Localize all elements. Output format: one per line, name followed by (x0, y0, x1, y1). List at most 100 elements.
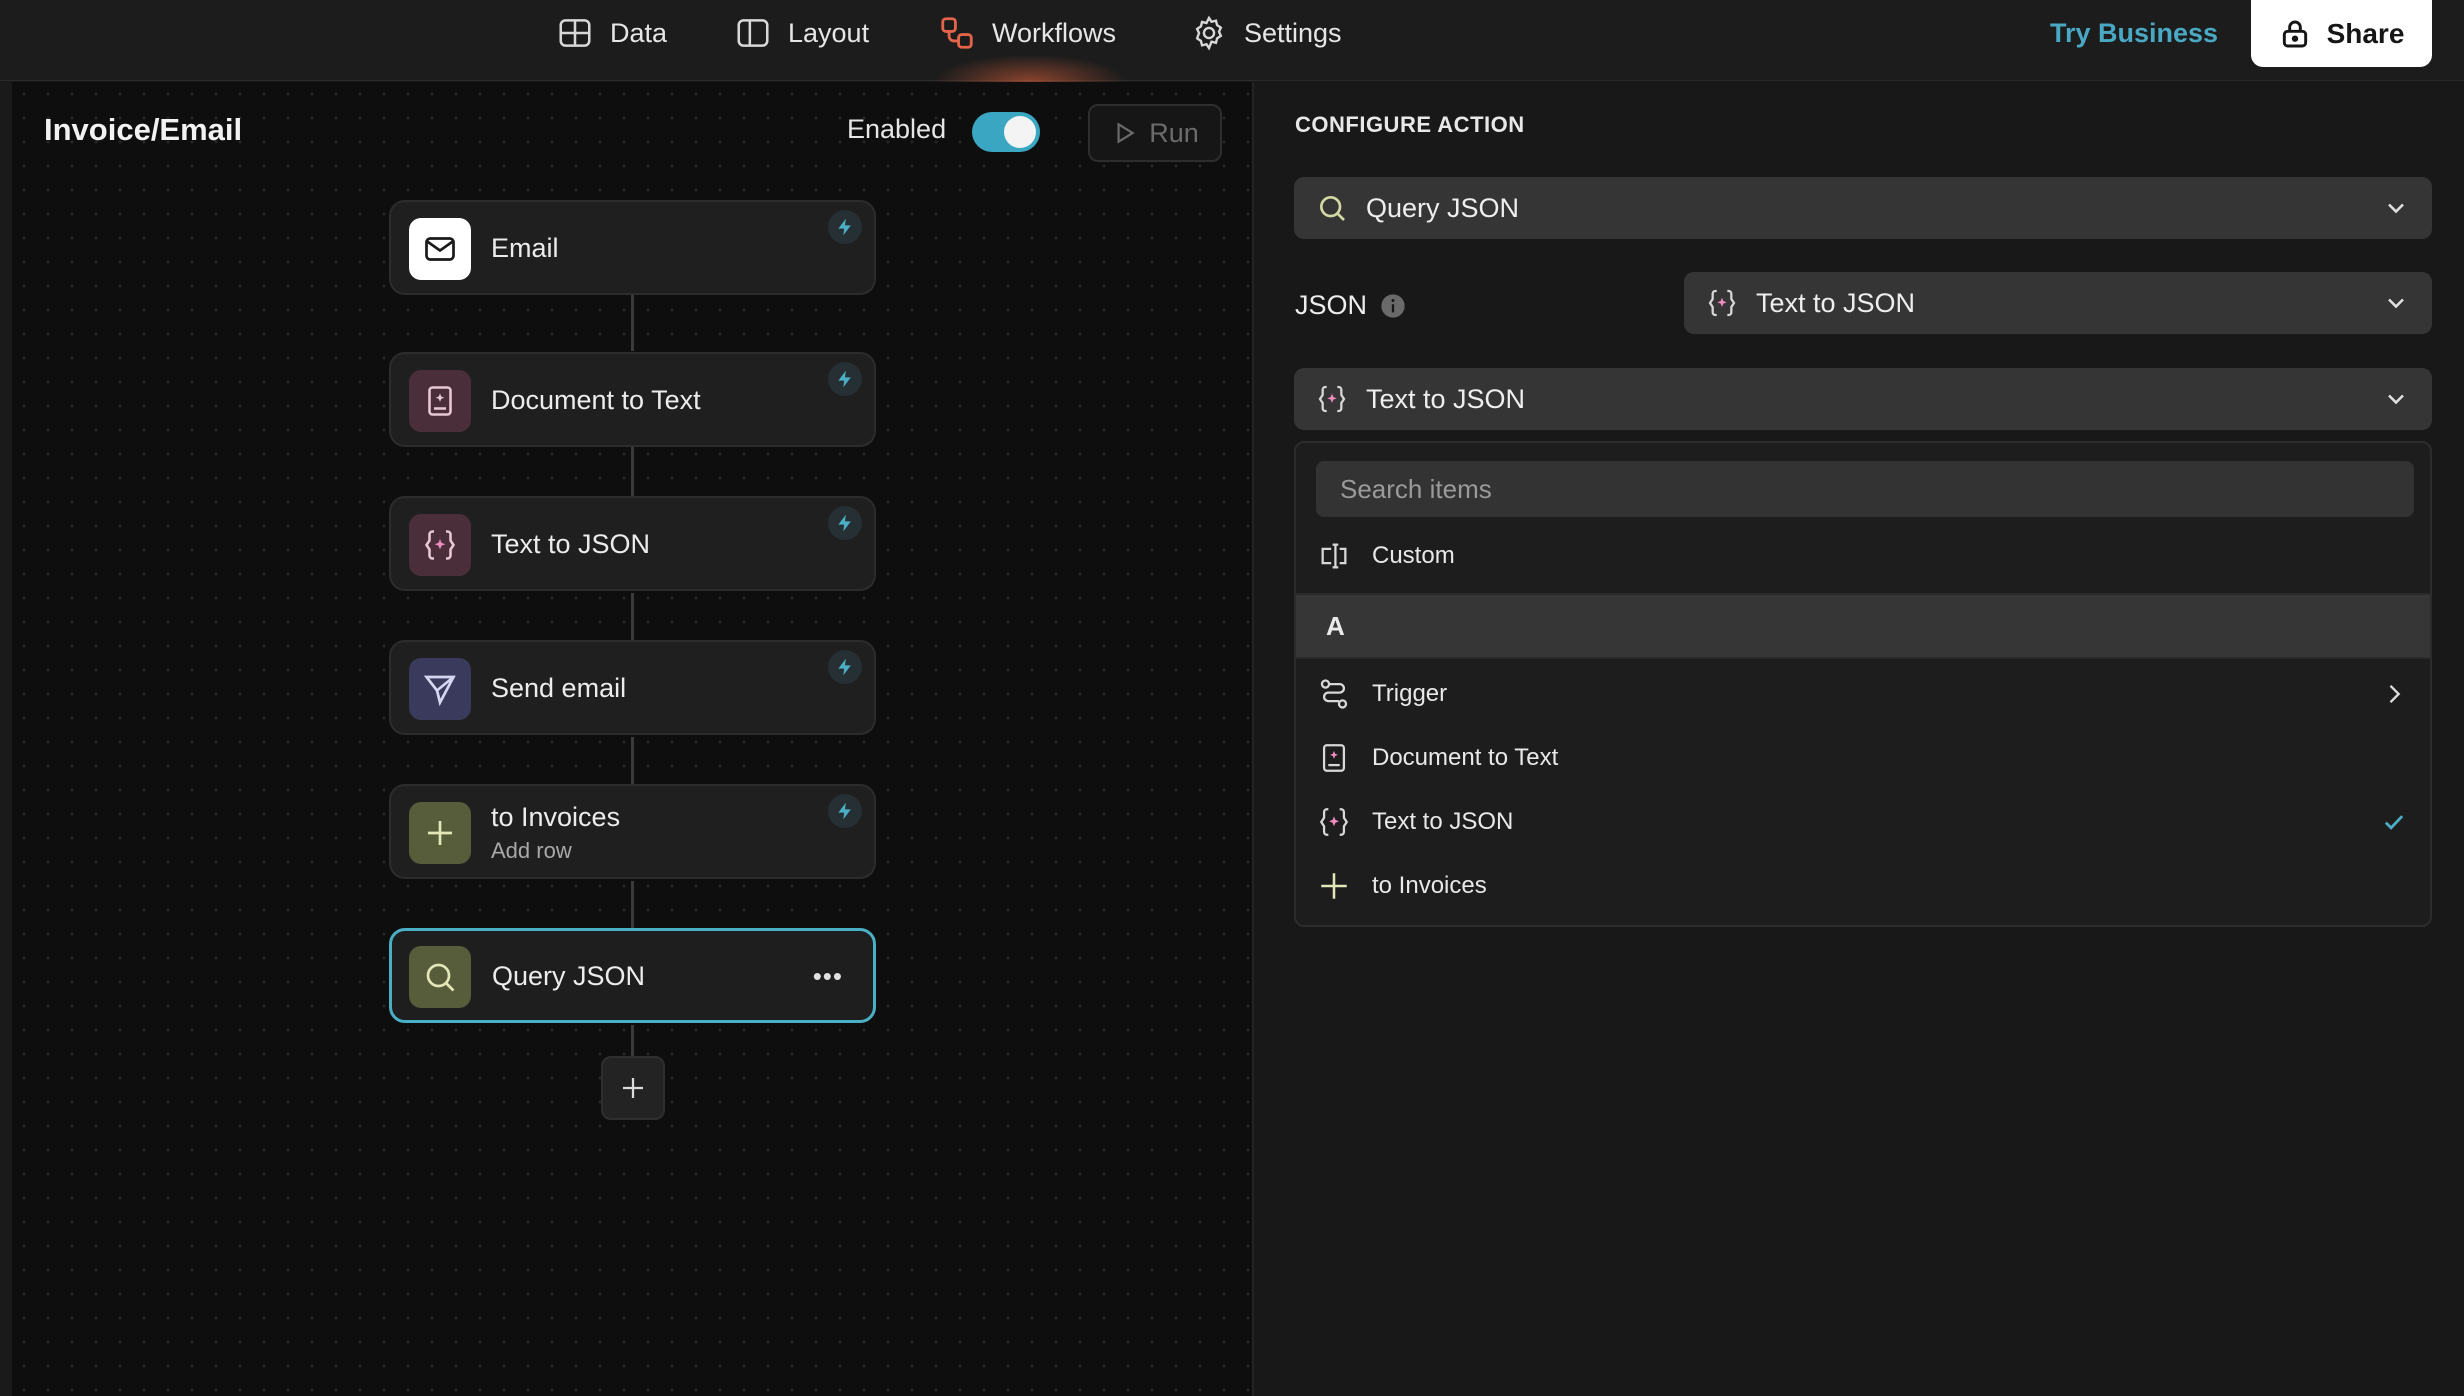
nav-data[interactable]: Data (556, 0, 667, 66)
workflow-node-document-to-text[interactable]: Document to Text (389, 352, 876, 447)
item-icon (1316, 868, 1352, 904)
search-items-input[interactable] (1316, 461, 2414, 517)
action-select[interactable]: Query JSON (1294, 177, 2432, 239)
braces-sparkle-icon (1319, 808, 1349, 836)
dropdown-item-label: Custom (1372, 542, 1455, 569)
nav-settings[interactable]: Settings (1190, 0, 1342, 66)
plus-icon (1321, 873, 1347, 899)
plus-icon (428, 821, 452, 845)
braces-sparkle-icon (1708, 289, 1736, 317)
json-label-text: JSON (1295, 290, 1368, 320)
lightning-icon (838, 802, 851, 820)
node-icon (409, 218, 471, 280)
send-icon (423, 675, 456, 707)
node-title: to Invoices (491, 802, 621, 832)
dropdown-item-text-to-json[interactable]: Text to JSON (1296, 791, 2430, 853)
search-icon (426, 963, 455, 992)
document-sparkle-icon (1322, 744, 1346, 772)
text-cursor-input-icon (1321, 543, 1347, 569)
trigger-bolt (828, 362, 862, 396)
check-icon (2384, 815, 2404, 830)
workflow-node-send-email[interactable]: Send email (389, 640, 876, 735)
workflow-node-text-to-json[interactable]: Text to JSON (389, 496, 876, 591)
info-icon[interactable] (1379, 292, 1407, 320)
braces-sparkle-icon (424, 530, 456, 560)
item-icon (1316, 676, 1352, 712)
trigger-bolt (828, 506, 862, 540)
chevron-down-icon (2388, 203, 2404, 214)
source-step-select[interactable]: Text to JSON (1294, 368, 2432, 430)
select-icon (1314, 381, 1350, 417)
workflow-node-query-json[interactable]: Query JSON ••• (389, 928, 876, 1023)
lock-icon (2282, 20, 2307, 47)
action-select-value: Query JSON (1366, 192, 1520, 223)
gear-icon (1195, 15, 1223, 51)
more-options-button[interactable]: ••• (813, 961, 843, 992)
node-title: Query JSON (492, 961, 646, 991)
connector (631, 593, 634, 641)
workflow-title: Invoice/Email (44, 112, 243, 147)
node-title: Text to JSON (491, 529, 651, 559)
chevron-down-icon (2388, 394, 2404, 405)
lightning-icon (838, 658, 851, 676)
connector (631, 447, 634, 497)
table-icon (559, 19, 591, 47)
enabled-toggle[interactable] (972, 112, 1040, 152)
dropdown-item-to-invoices[interactable]: to Invoices (1296, 855, 2430, 917)
source-dropdown-menu: Custom A Trigger Document to Text (1294, 441, 2432, 927)
nav-layout-label: Layout (788, 17, 870, 48)
source-select-value: Text to JSON (1366, 383, 1526, 414)
run-label: Run (1149, 117, 1199, 148)
route-icon (1320, 679, 1348, 709)
run-button[interactable]: Run (1088, 104, 1222, 162)
select-icon (1704, 285, 1740, 321)
node-title: Document to Text (491, 385, 701, 415)
toggle-knob (1004, 116, 1036, 148)
workflow-icon (941, 17, 973, 49)
try-business-link[interactable]: Try Business (2050, 14, 2218, 52)
dropdown-item-label: Trigger (1372, 680, 1448, 707)
share-label: Share (2326, 17, 2405, 49)
node-icon (409, 946, 471, 1008)
workflow-node-email[interactable]: Email (389, 200, 876, 295)
node-icon (409, 514, 471, 576)
lightning-icon (838, 514, 851, 532)
node-title: Send email (491, 673, 627, 703)
json-field-label: JSON (1295, 290, 1407, 321)
item-icon (1316, 804, 1352, 840)
nav-layout[interactable]: Layout (734, 0, 869, 66)
nav-workflows-label: Workflows (992, 17, 1117, 48)
dropdown-item-document-to-text[interactable]: Document to Text (1296, 727, 2430, 789)
connector (631, 1025, 634, 1057)
connector (631, 295, 634, 351)
left-edge (0, 82, 12, 1396)
select-icon (1314, 190, 1350, 226)
node-subtitle: Add row (491, 838, 572, 863)
node-icon (409, 802, 471, 864)
document-sparkle-icon (428, 386, 452, 416)
workflow-node-to-invoices[interactable]: to Invoices Add row (389, 784, 876, 879)
trigger-bolt (828, 650, 862, 684)
connector (631, 737, 634, 785)
plus-icon (623, 1078, 643, 1098)
trigger-bolt (828, 210, 862, 244)
nav-workflows[interactable]: Workflows (938, 0, 1116, 66)
trigger-bolt (828, 794, 862, 828)
connector (631, 881, 634, 929)
share-button[interactable]: Share (2251, 0, 2432, 67)
node-icon (409, 658, 471, 720)
search-icon (1320, 196, 1345, 221)
dropdown-item-label: to Invoices (1372, 872, 1487, 899)
configure-action-title: CONFIGURE ACTION (1295, 112, 1525, 137)
chevron-right-icon (2389, 685, 2401, 703)
node-title: Email (491, 233, 559, 263)
add-step-button[interactable] (601, 1056, 665, 1120)
dropdown-item-custom[interactable]: Custom (1296, 525, 2430, 587)
json-source-select[interactable]: Text to JSON (1684, 272, 2432, 334)
section-label: A (1326, 610, 1345, 641)
dropdown-item-label: Document to Text (1372, 744, 1559, 771)
item-icon (1316, 538, 1352, 574)
dropdown-item-trigger[interactable]: Trigger (1296, 663, 2430, 725)
lightning-icon (838, 218, 851, 236)
dropdown-item-label: Text to JSON (1372, 808, 1514, 835)
